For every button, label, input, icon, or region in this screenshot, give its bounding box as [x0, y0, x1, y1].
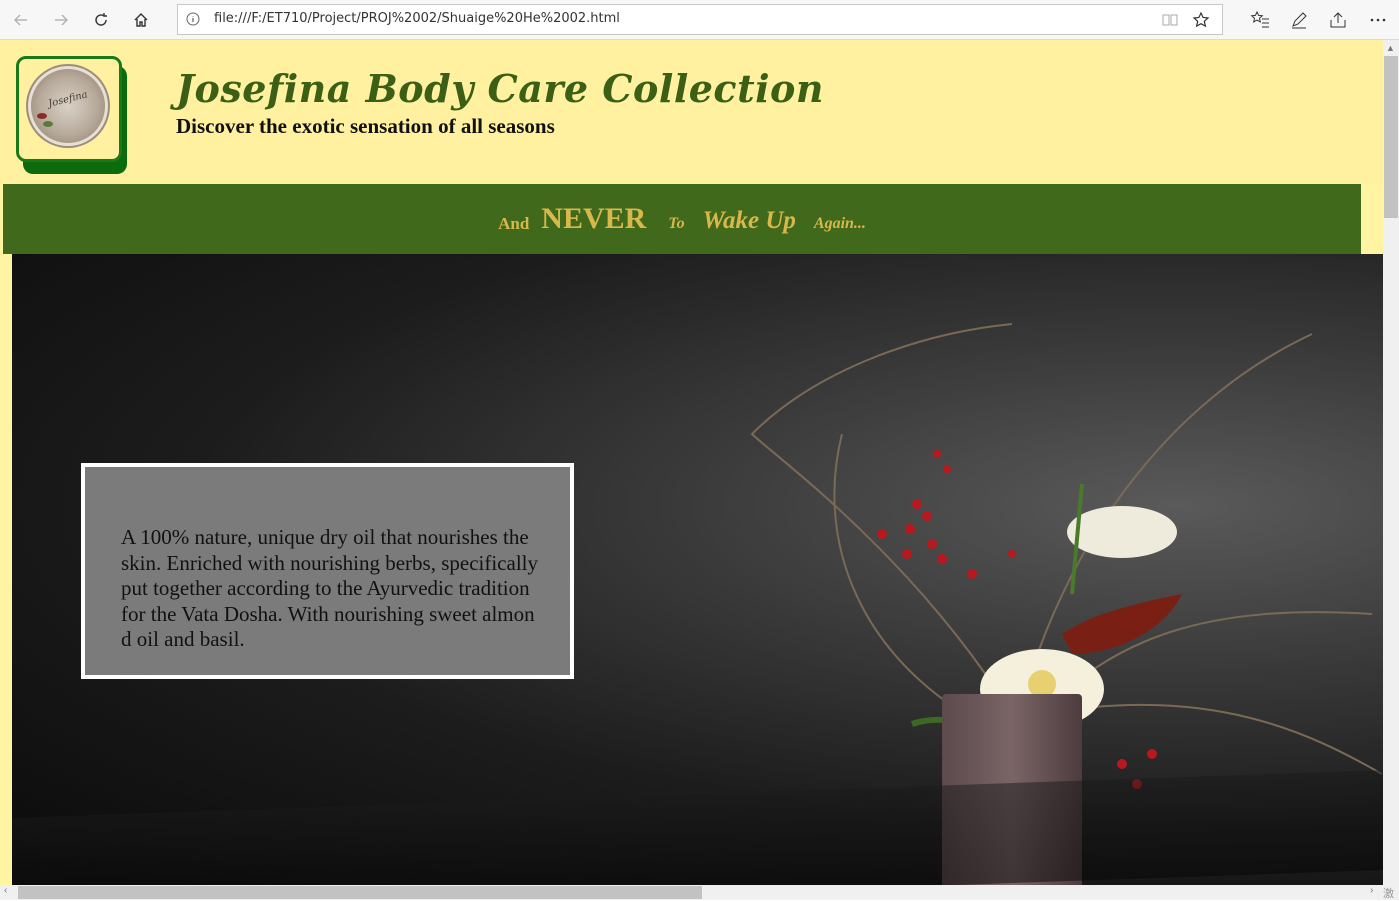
tagline-word-to: To [668, 215, 685, 232]
tagline-banner: And NEVER To Wake Up Again... [3, 184, 1361, 254]
more-dots-icon [1370, 18, 1386, 22]
site-subtitle: Discover the exotic sensation of all sea… [176, 114, 555, 138]
scroll-right-arrow-icon[interactable]: › [1370, 885, 1373, 896]
tagline-word-wake-up: Wake Up [702, 207, 796, 234]
leaf-decoration [43, 121, 53, 127]
logo-signature: Josefina [47, 89, 89, 110]
notes-button[interactable] [1288, 9, 1310, 31]
home-icon [134, 13, 148, 27]
tagline-word-again: Again... [813, 215, 866, 232]
vertical-scroll-thumb[interactable] [1384, 56, 1398, 218]
more-button[interactable] [1367, 9, 1389, 31]
address-bar[interactable]: file:///F:/ET710/Project/PROJ%2002/Shuai… [177, 4, 1223, 35]
web-page: Josefina Josefina Body Care Collection D… [0, 40, 1383, 885]
tagline-word-and: And [498, 214, 530, 233]
url-text[interactable]: file:///F:/ET710/Project/PROJ%2002/Shuai… [214, 11, 620, 26]
logo[interactable]: Josefina [16, 56, 122, 162]
favorites-button[interactable] [1249, 9, 1271, 31]
home-button[interactable] [129, 8, 153, 32]
reading-view-icon[interactable] [1162, 12, 1178, 28]
refresh-icon [95, 13, 107, 26]
horizontal-scroll-thumb[interactable] [18, 886, 702, 899]
horizontal-scrollbar[interactable]: ‹ › [0, 885, 1383, 900]
favorite-star-icon[interactable] [1192, 11, 1210, 29]
back-button[interactable] [9, 8, 33, 32]
berry-decoration [37, 113, 47, 119]
refresh-button[interactable] [89, 8, 113, 32]
share-icon [1330, 12, 1346, 28]
scroll-left-arrow-icon[interactable]: ‹ [4, 885, 7, 896]
arrow-left-icon [13, 14, 27, 26]
site-title: Josefina Body Care Collection [176, 66, 825, 111]
arrow-right-icon [55, 14, 69, 26]
forward-button[interactable] [49, 8, 73, 32]
logo-emblem: Josefina [31, 69, 105, 143]
scroll-up-arrow-icon[interactable]: ▲ [1386, 43, 1395, 53]
tagline-word-never: NEVER [541, 202, 647, 235]
site-header: Josefina Josefina Body Care Collection D… [0, 40, 1383, 184]
share-button[interactable] [1327, 9, 1349, 31]
vertical-scrollbar[interactable]: ▲ [1383, 40, 1399, 885]
info-icon[interactable] [186, 12, 200, 26]
favorites-list-icon [1250, 10, 1269, 28]
scrollbar-corner: 激 [1383, 885, 1399, 900]
pen-icon [1292, 12, 1307, 29]
product-description-text: A 100% nature, unique dry oil that nouri… [121, 525, 538, 651]
product-description-card: A 100% nature, unique dry oil that nouri… [81, 463, 574, 679]
browser-toolbar: file:///F:/ET710/Project/PROJ%2002/Shuai… [0, 0, 1399, 40]
